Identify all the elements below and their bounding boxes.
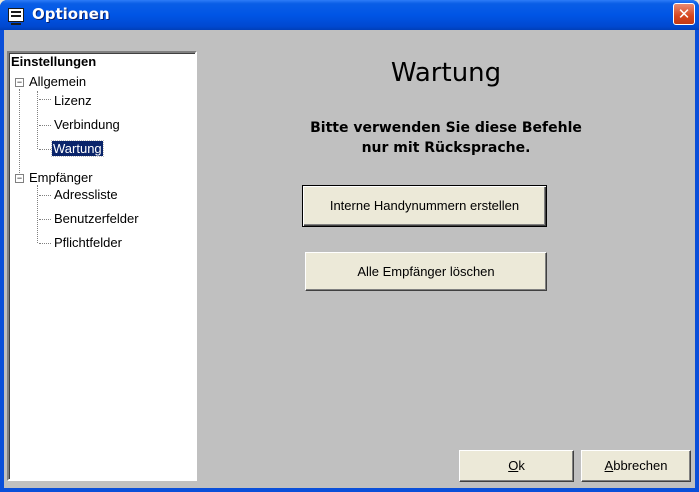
tree-connector <box>39 99 51 100</box>
ok-button[interactable]: Ok <box>459 450 574 482</box>
close-button[interactable]: ✕ <box>673 3 695 25</box>
tree-connector <box>39 243 51 244</box>
tree-node-verbindung[interactable]: Verbindung <box>54 117 120 133</box>
tree-connector <box>19 89 20 181</box>
tree-node-label: Empfänger <box>29 170 93 185</box>
tree-node-pflichtfelder[interactable]: Pflichtfelder <box>54 235 122 251</box>
tree-connector <box>39 125 51 126</box>
warning-message: Bitte verwenden Sie diese Befehle nur mi… <box>197 118 695 158</box>
cancel-label: bbrechen <box>613 458 668 473</box>
warning-line-1: Bitte verwenden Sie diese Befehle <box>310 120 582 136</box>
delete-all-recipients-button[interactable]: Alle Empfänger löschen <box>305 252 547 291</box>
expander-allgemein[interactable]: − <box>15 78 24 87</box>
ok-accel: O <box>508 458 519 473</box>
form-icon <box>8 8 24 25</box>
create-mobile-numbers-button[interactable]: Interne Handynummern erstellen <box>302 185 547 227</box>
expander-empfaenger[interactable]: − <box>15 174 24 183</box>
window-title: Optionen <box>32 5 110 23</box>
tree-connector <box>39 219 51 220</box>
tree-connector <box>39 149 51 150</box>
tree-node-label: Lizenz <box>54 93 92 108</box>
tree-node-label: Wartung <box>51 140 104 157</box>
tree-node-label: Benutzerfelder <box>54 211 139 226</box>
ok-label: k <box>518 458 525 473</box>
tree-node-label: Adressliste <box>54 187 118 202</box>
title-bar[interactable]: Optionen ✕ <box>0 0 699 30</box>
tree-node-wartung[interactable]: Wartung <box>51 140 104 157</box>
tree-node-label: Allgemein <box>29 74 87 89</box>
tree-node-empfaenger[interactable]: Empfänger <box>29 170 93 186</box>
tree-connector <box>37 91 38 149</box>
dialog-client-area: Einstellungen − Allgemein Lizenz Verbind… <box>4 30 695 488</box>
tree-node-benutzerfelder[interactable]: Benutzerfelder <box>54 211 139 227</box>
cancel-accel: A <box>604 458 614 473</box>
cancel-button[interactable]: Abbrechen <box>581 450 691 482</box>
options-window: Optionen ✕ Einstellungen − Allgemein Liz… <box>0 0 699 492</box>
tree-node-adressliste[interactable]: Adressliste <box>54 187 118 203</box>
warning-line-2: nur mit Rücksprache. <box>361 140 531 156</box>
tree-node-allgemein[interactable]: Allgemein <box>29 74 86 90</box>
tree-connector <box>37 185 38 243</box>
tree-node-lizenz[interactable]: Lizenz <box>54 93 92 109</box>
settings-tree[interactable]: Einstellungen − Allgemein Lizenz Verbind… <box>7 51 197 481</box>
tree-node-label: Verbindung <box>54 117 120 132</box>
tree-root-einstellungen[interactable]: Einstellungen <box>11 54 96 69</box>
section-heading: Wartung <box>390 58 502 88</box>
tree-node-label: Pflichtfelder <box>54 235 122 250</box>
tree-connector <box>39 195 51 196</box>
